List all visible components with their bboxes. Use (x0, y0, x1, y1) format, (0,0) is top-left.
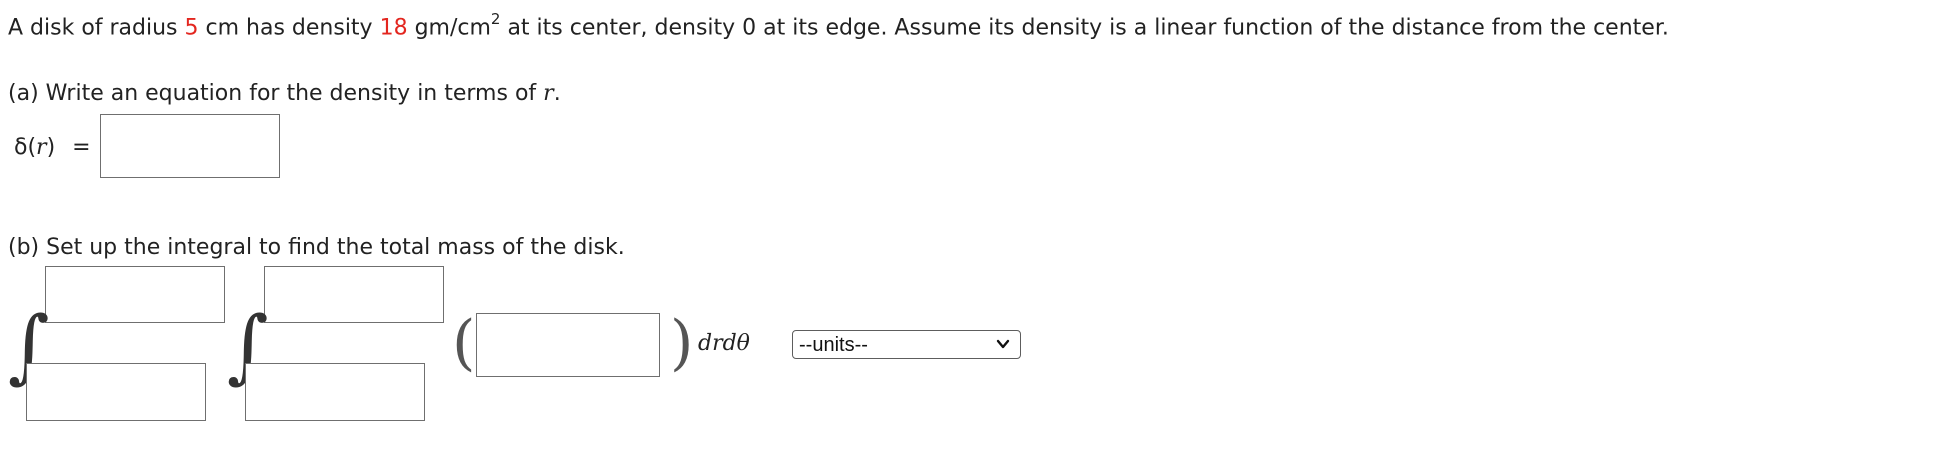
radius-value: 5 (184, 15, 199, 41)
equals-sign: = (72, 135, 91, 160)
density-answer-input[interactable] (101, 115, 279, 177)
integrand-box[interactable] (476, 313, 660, 377)
inner-upper-limit-input[interactable] (265, 267, 443, 322)
outer-upper-limit-input[interactable] (46, 267, 224, 322)
outer-lower-limit-input[interactable] (27, 364, 205, 420)
left-paren: ( (452, 308, 476, 378)
inner-lower-limit-box[interactable] (245, 363, 425, 421)
outer-lower-limit-box[interactable] (26, 363, 206, 421)
right-paren: ) (670, 308, 694, 378)
density-function-close: ) (46, 135, 56, 160)
units-select[interactable]: --units-- (792, 330, 1021, 359)
density-function-symbol: δ( (14, 135, 37, 160)
problem-statement: A disk of radius 5 cm has density 18 gm/… (8, 7, 1669, 42)
density-function-variable: r (36, 135, 47, 160)
part-a-period: . (553, 81, 561, 106)
integrand-input[interactable] (477, 314, 659, 376)
part-b-prompt: (b) Set up the integral to find the tota… (8, 235, 625, 260)
part-a-variable: r (543, 81, 554, 106)
inner-upper-limit-box[interactable] (264, 266, 444, 323)
units-select-value: --units-- (799, 334, 868, 356)
problem-text-1: A disk of radius (8, 15, 185, 41)
part-a-prompt-text: (a) Write an equation for the density in… (8, 81, 544, 106)
differentials-label: drdθ (698, 331, 750, 356)
problem-text-3: gm/cm (407, 15, 491, 41)
problem-text-4: at its center, density 0 at its edge. As… (500, 15, 1669, 41)
chevron-down-icon (996, 339, 1010, 349)
density-answer-box[interactable] (100, 114, 280, 178)
inner-lower-limit-input[interactable] (246, 364, 424, 420)
density-value: 18 (379, 15, 408, 41)
problem-text-2: cm has density (198, 15, 380, 41)
outer-upper-limit-box[interactable] (45, 266, 225, 323)
density-equation-label: δ(r) = (14, 134, 91, 162)
unit-exponent: 2 (490, 10, 501, 28)
part-a-prompt: (a) Write an equation for the density in… (8, 80, 561, 108)
